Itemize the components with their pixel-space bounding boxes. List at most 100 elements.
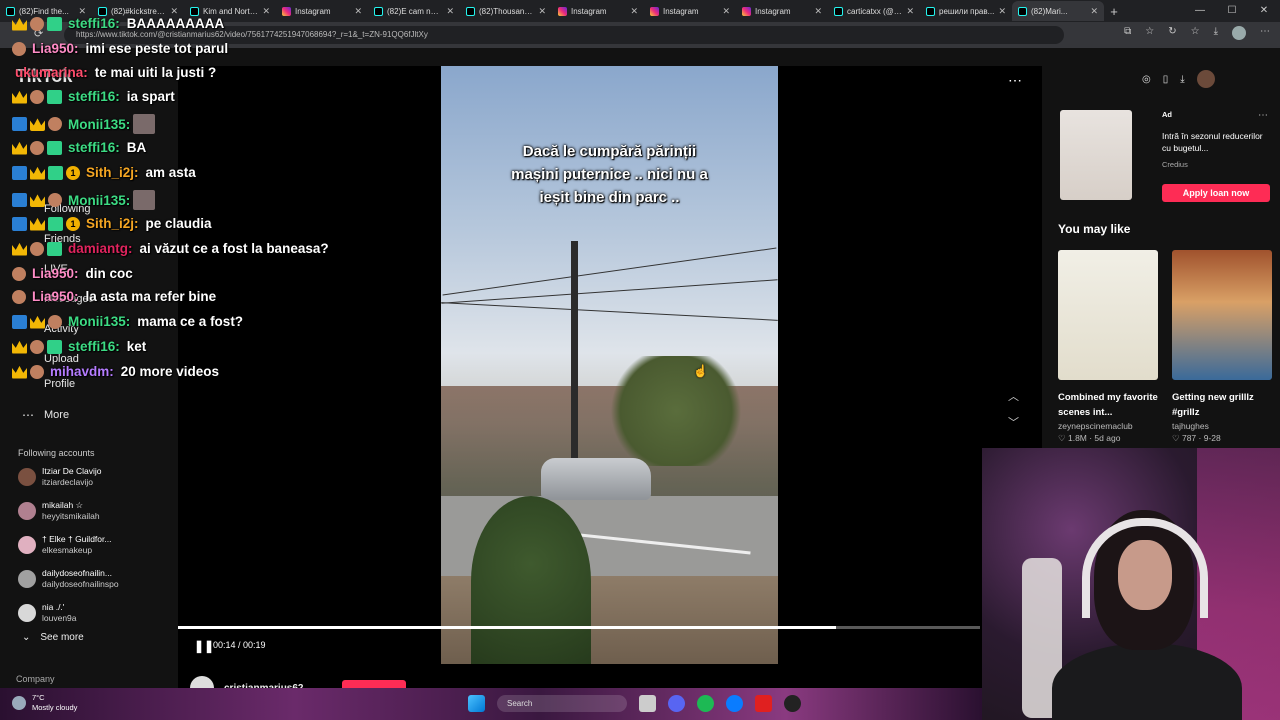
top-icons: ◎ ▯ ⤓ [1142, 70, 1215, 88]
file-explorer-icon[interactable] [639, 695, 656, 712]
weather-widget[interactable]: 7°C Mostly cloudy [12, 693, 77, 713]
chat-message: Lia950: la asta ma refer bine [12, 289, 216, 304]
chat-message: Monii135: [12, 114, 162, 134]
card-thumbnail[interactable] [1058, 250, 1158, 380]
browser-tab[interactable]: carticatxx (@c... ✕ [828, 1, 920, 21]
chat-username[interactable]: mihavdm: [50, 364, 114, 379]
chat-username[interactable]: Lia950: [32, 289, 79, 304]
tab-label: carticatxx (@c... [847, 6, 903, 16]
following-account[interactable]: dailydoseofnailin... dailydoseofnailinspo [18, 568, 168, 590]
close-tab-icon[interactable]: ✕ [538, 6, 546, 17]
close-tab-icon[interactable]: ✕ [998, 6, 1006, 17]
chat-username[interactable]: ukumarina: [15, 65, 88, 80]
see-more-button[interactable]: ⌄ See more [22, 632, 84, 643]
avatar [18, 604, 36, 622]
obs-icon[interactable] [784, 695, 801, 712]
video-frame[interactable]: Dacă le cumpără părinții mașini puternic… [441, 66, 778, 664]
spotify-icon[interactable] [697, 695, 714, 712]
close-tab-icon[interactable]: ✕ [630, 6, 638, 17]
following-account[interactable]: mikailah ☆ heyyitsmikailah [18, 500, 168, 522]
crown-badge-icon [12, 242, 27, 256]
chat-username[interactable]: Monii135: [68, 193, 130, 208]
card-thumbnail[interactable] [1172, 250, 1272, 380]
favorite-star-icon[interactable]: ☆ [1145, 26, 1154, 40]
chevron-up-icon[interactable]: ︿ [1008, 384, 1019, 410]
chat-username[interactable]: Monii135: [68, 117, 130, 132]
browser-tab[interactable]: (82)E cam neb... ✕ [368, 1, 460, 21]
following-account[interactable]: † Elke † Guildfor... elkesmakeup [18, 534, 168, 556]
maximize-icon[interactable]: ☐ [1216, 0, 1248, 22]
crown-badge-icon [12, 90, 27, 104]
coins-icon[interactable]: ◎ [1142, 74, 1151, 85]
recommended-card[interactable]: Getting new grilllz #grillz tajhughes ♡ … [1172, 250, 1272, 444]
ad-image[interactable] [1060, 110, 1132, 200]
tiktok-icon [834, 6, 843, 16]
card-user[interactable]: zeynepscinemaclub [1058, 421, 1158, 431]
download-icon[interactable]: ⤓ [1180, 74, 1184, 85]
progress-bar[interactable] [178, 626, 980, 629]
chat-username[interactable]: Lia950: [32, 41, 79, 56]
browser-toolbar-icons: ⧉ ☆ ↻ ☆ ⤓ ⋯ [1124, 26, 1270, 40]
chat-username[interactable]: Sith_i2j: [86, 165, 139, 180]
close-tab-icon[interactable]: ✕ [722, 6, 730, 17]
following-account[interactable]: Itziar De Clavijo itziardeclavijo [18, 466, 168, 488]
edge-icon[interactable] [726, 695, 743, 712]
chat-username[interactable]: steffi16: [68, 89, 120, 104]
close-tab-icon[interactable]: ✕ [814, 6, 822, 17]
wrench-badge-icon [12, 314, 27, 329]
company-link[interactable]: Company [16, 674, 55, 684]
avatar [18, 536, 36, 554]
refresh-icon[interactable]: ↻ [1168, 26, 1176, 40]
chat-username[interactable]: steffi16: [68, 140, 120, 155]
gift-badge-icon [47, 241, 62, 256]
crown-badge-icon [12, 141, 27, 155]
new-tab-icon[interactable]: + [1104, 4, 1124, 19]
profile-avatar[interactable] [1232, 26, 1246, 40]
browser-tab[interactable]: Instagram ✕ [736, 1, 828, 21]
chat-username[interactable]: Lia950: [32, 266, 79, 281]
video-time: 00:14 / 00:19 [213, 640, 266, 650]
discord-icon[interactable] [668, 695, 685, 712]
instagram-icon [650, 6, 659, 16]
chat-username[interactable]: Sith_i2j: [86, 216, 139, 231]
browser-tab[interactable]: решили прав... ✕ [920, 1, 1012, 21]
app-icon[interactable] [755, 695, 772, 712]
close-tab-icon[interactable]: ✕ [446, 6, 454, 17]
chevron-down-icon[interactable]: ﹀ [1008, 410, 1019, 436]
close-tab-icon[interactable]: ✕ [906, 6, 914, 17]
recommended-card[interactable]: Combined my favorite scenes int... zeyne… [1058, 250, 1158, 444]
avatar [18, 570, 36, 588]
emote-badge-icon [30, 16, 44, 31]
more-icon[interactable]: ⋯ [1260, 26, 1270, 40]
browser-tab[interactable]: Instagram ✕ [552, 1, 644, 21]
windows-start-icon[interactable] [468, 695, 485, 712]
emote-badge-icon [48, 117, 62, 131]
phone-icon[interactable]: ▯ [1163, 74, 1169, 85]
user-avatar[interactable] [1196, 70, 1215, 88]
chat-username[interactable]: steffi16: [68, 339, 120, 354]
more-options-icon[interactable]: ⋯ [1008, 72, 1022, 89]
card-user[interactable]: tajhughes [1172, 421, 1272, 431]
account-handle: elkesmakeup [42, 545, 93, 555]
minimize-icon[interactable]: — [1184, 0, 1216, 22]
close-window-icon[interactable]: ✕ [1248, 0, 1280, 22]
apply-loan-button[interactable]: Apply loan now [1162, 184, 1270, 202]
following-account[interactable]: nia ./.' louven9a [18, 602, 168, 624]
close-tab-icon[interactable]: ✕ [1090, 6, 1098, 17]
extensions-icon[interactable]: ⧉ [1124, 26, 1131, 40]
taskbar-search[interactable]: Search [497, 695, 627, 712]
pause-icon[interactable]: ❚❚ [194, 639, 214, 653]
downloads-icon[interactable]: ⤓ [1214, 26, 1218, 40]
ad-more-icon[interactable]: ⋯ [1258, 110, 1268, 121]
browser-tab[interactable]: (82)Mari... ✕ [1012, 1, 1104, 21]
browser-tab[interactable]: Instagram ✕ [644, 1, 736, 21]
browser-tab[interactable]: (82)Thousands... ✕ [460, 1, 552, 21]
chat-message: steffi16: ia spart [12, 89, 175, 104]
collections-icon[interactable]: ☆ [1191, 26, 1200, 40]
chat-username[interactable]: Monii135: [68, 314, 130, 329]
sidebar-item-more[interactable]: ⋯ More [20, 408, 69, 422]
chat-username[interactable]: steffi16: [68, 16, 120, 31]
account-handle: louven9a [42, 613, 77, 623]
chat-username[interactable]: damiantg: [68, 241, 133, 256]
power-wire [442, 247, 777, 296]
